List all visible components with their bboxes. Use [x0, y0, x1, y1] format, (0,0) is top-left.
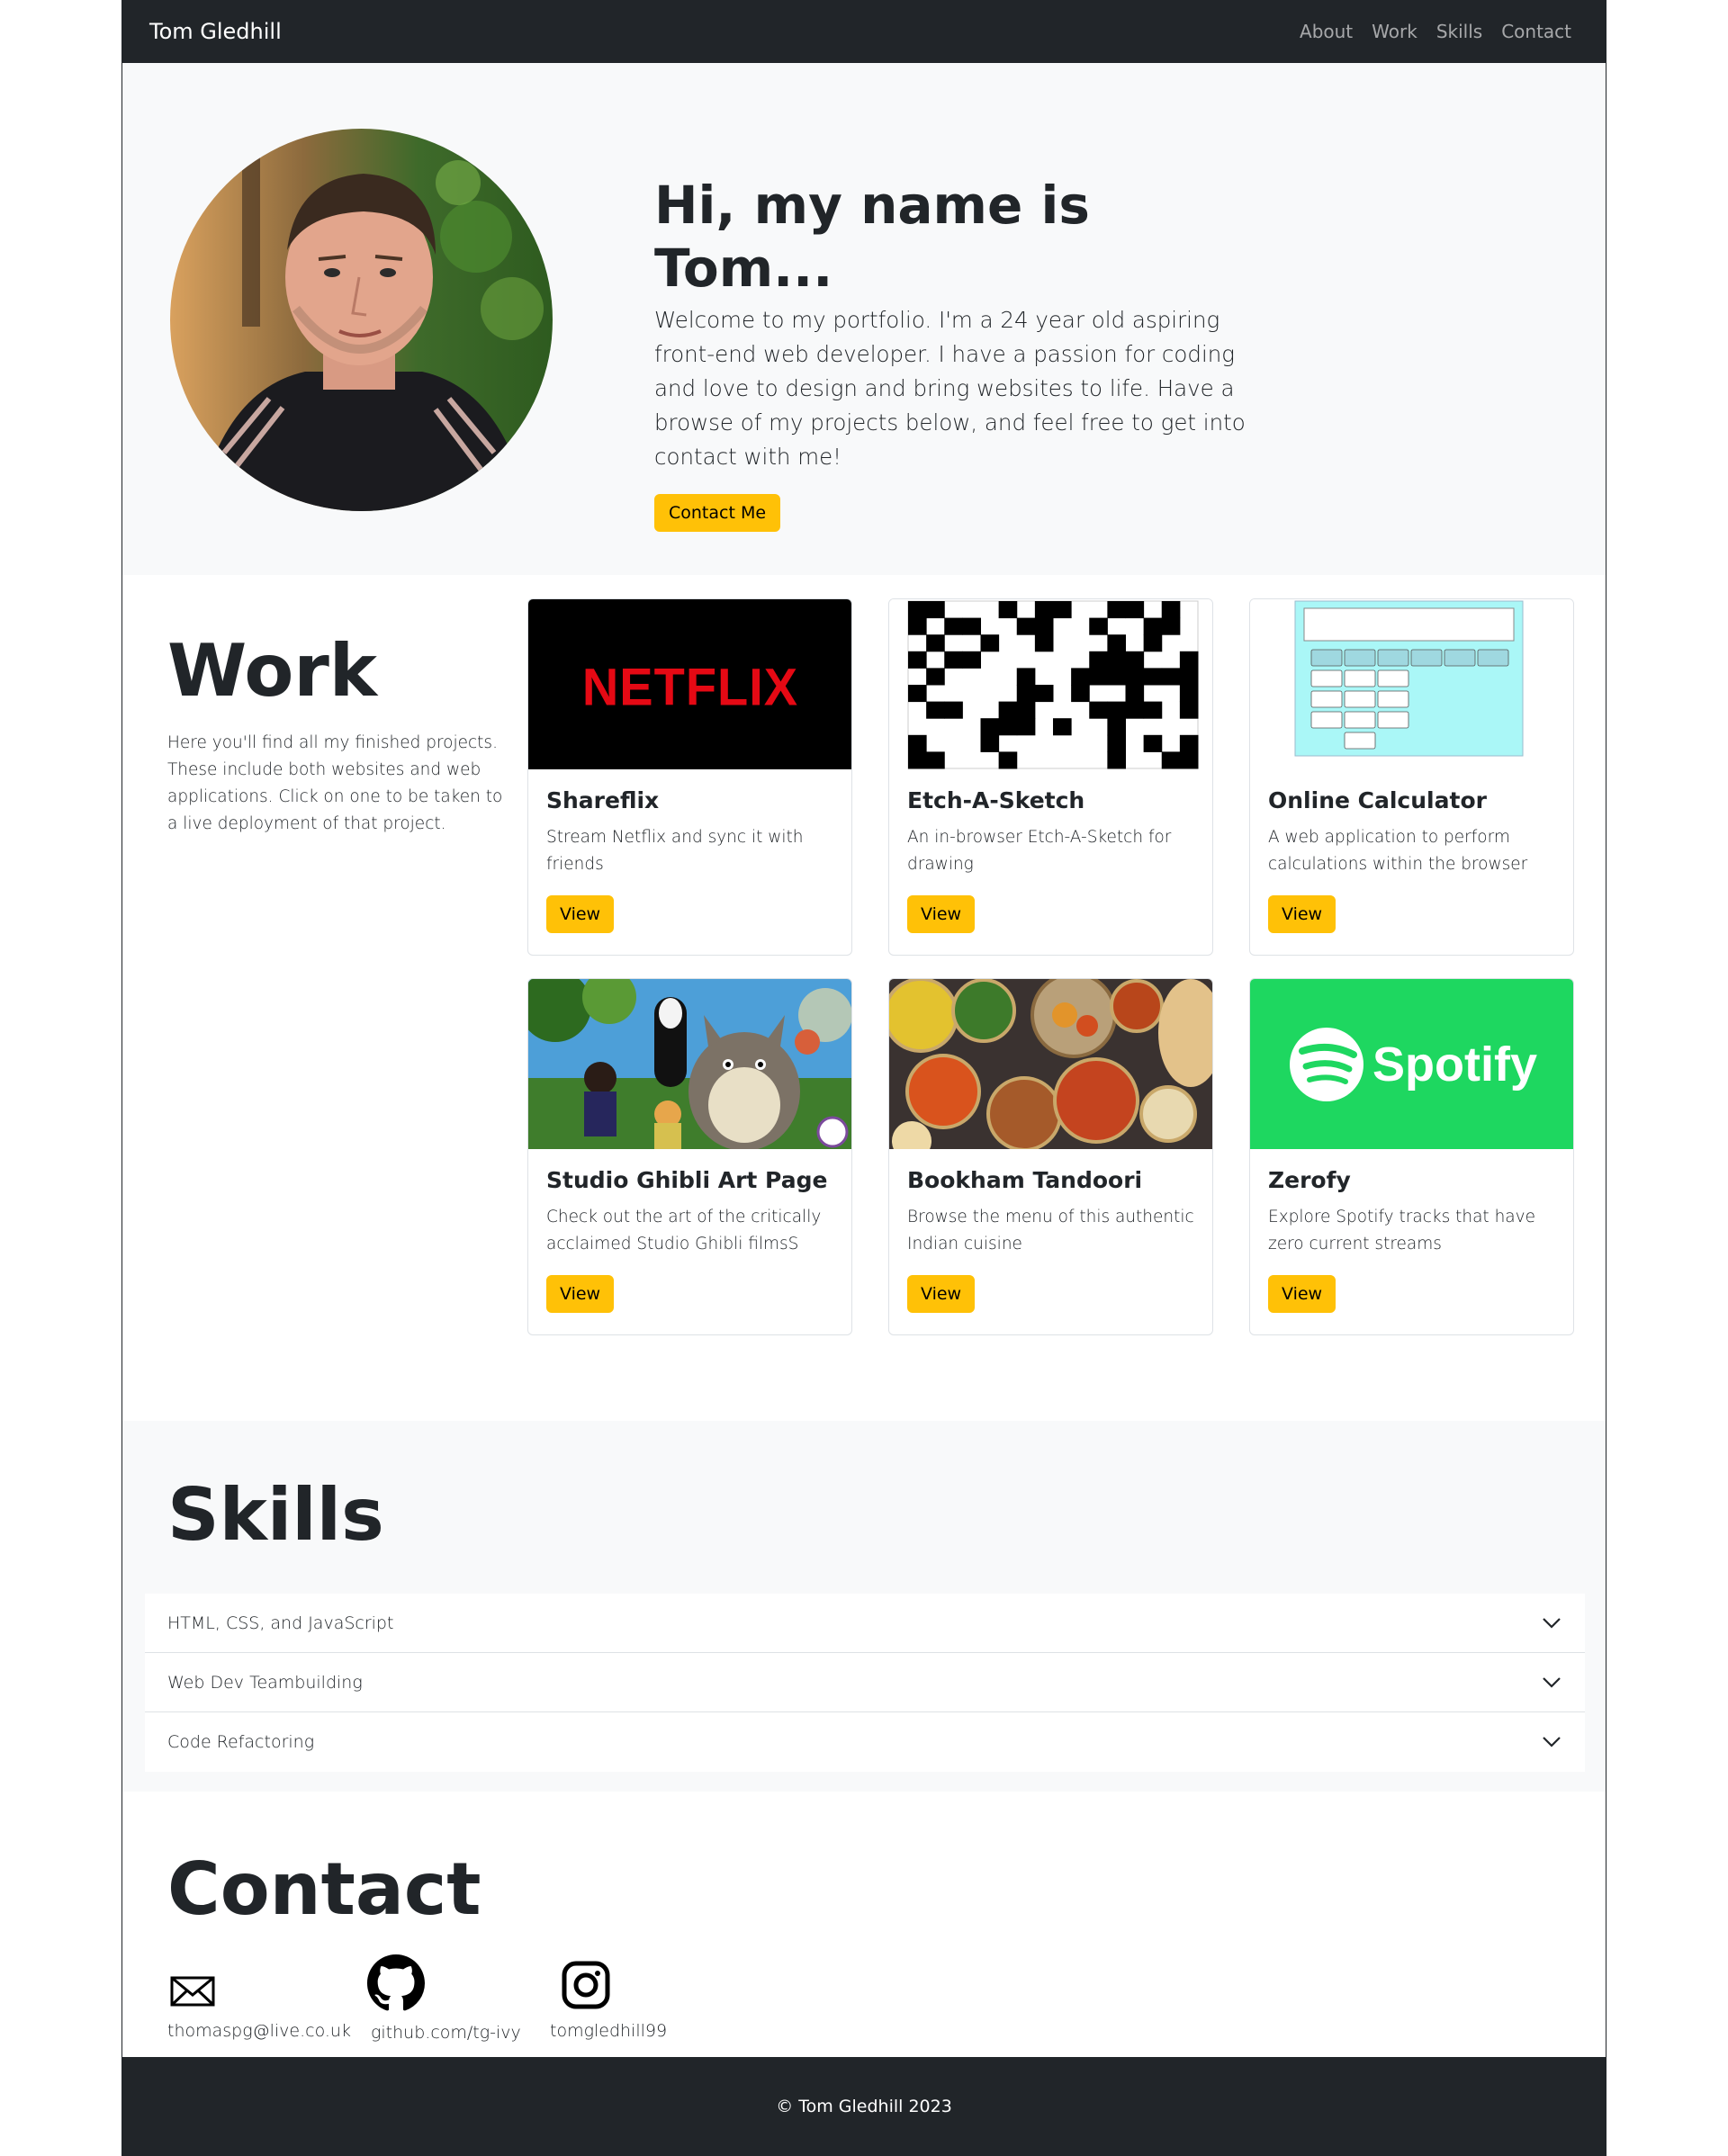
project-card-etch-a-sketch: Etch-A-Sketch An in-browser Etch-A-Sketc…: [888, 598, 1213, 956]
project-card-bookham-tandoori: Bookham Tandoori Browse the menu of this…: [888, 978, 1213, 1335]
card-text: Check out the art of the critically accl…: [546, 1208, 822, 1253]
work-title: Work: [167, 629, 378, 713]
studio-ghibli-thumbnail: [528, 979, 851, 1149]
nav-link-skills[interactable]: Skills: [1436, 21, 1482, 42]
accordion-label: HTML, CSS, and JavaScript: [167, 1613, 394, 1633]
view-button[interactable]: View: [546, 895, 615, 933]
accordion-item-code-refactoring[interactable]: Code Refactoring: [145, 1712, 1585, 1772]
contact-email-label: thomaspg@live.co.uk: [167, 2021, 351, 2041]
accordion-label: Code Refactoring: [167, 1732, 315, 1752]
shareflix-thumbnail: NETFLIX: [528, 599, 851, 769]
hero-description: Welcome to my portfolio. I'm a 24 year o…: [654, 307, 1246, 471]
contact-title: Contact: [167, 1847, 482, 1931]
navbar: Tom Gledhill About Work Skills Contact: [122, 0, 1606, 63]
project-card-shareflix: NETFLIX Shareflix Stream Netflix and syn…: [527, 598, 852, 956]
navbar-brand[interactable]: Tom Gledhill: [149, 19, 282, 44]
skills-title: Skills: [167, 1473, 384, 1557]
view-button[interactable]: View: [907, 1275, 976, 1313]
spotify-logo-text: Spotify: [1372, 1038, 1537, 1091]
view-button[interactable]: View: [907, 895, 976, 933]
card-text: Browse the menu of this authentic Indian…: [907, 1208, 1194, 1253]
accordion-label: Web Dev Teambuilding: [167, 1672, 363, 1693]
view-button[interactable]: View: [1268, 895, 1336, 933]
view-button[interactable]: View: [1268, 1275, 1336, 1313]
contact-email-link[interactable]: thomaspg@live.co.uk: [167, 1967, 351, 2041]
card-text: Stream Netflix and sync it with friends: [546, 828, 804, 874]
contact-github-label: github.com/tg-ivy: [371, 2023, 521, 2043]
card-title: Bookham Tandoori: [907, 1167, 1143, 1193]
chevron-down-icon: [1543, 1617, 1561, 1629]
view-button[interactable]: View: [546, 1275, 615, 1313]
contact-instagram-label: tomgledhill99: [550, 2021, 668, 2041]
skills-accordion: HTML, CSS, and JavaScript Web Dev Teambu…: [145, 1594, 1585, 1772]
card-title: Studio Ghibli Art Page: [546, 1167, 828, 1193]
project-card-zerofy: Spotify Zerofy Explore Spotify tracks th…: [1249, 978, 1574, 1335]
calculator-thumbnail: [1250, 599, 1573, 769]
work-description: Here you'll find all my finished project…: [167, 733, 503, 833]
card-title: Shareflix: [546, 787, 660, 813]
card-title: Etch-A-Sketch: [907, 787, 1085, 813]
card-text: An in-browser Etch-A-Sketch for drawing: [907, 828, 1172, 874]
contact-me-button[interactable]: Contact Me: [654, 494, 781, 533]
bookham-tandoori-thumbnail: [889, 979, 1212, 1149]
etch-a-sketch-thumbnail: [889, 599, 1212, 769]
profile-photo: [170, 129, 553, 511]
project-card-online-calculator: Online Calculator A web application to p…: [1249, 598, 1574, 956]
nav-link-contact[interactable]: Contact: [1501, 21, 1571, 42]
project-card-studio-ghibli: Studio Ghibli Art Page Check out the art…: [527, 978, 852, 1335]
nav-link-work[interactable]: Work: [1372, 21, 1418, 42]
instagram-icon: [562, 1961, 610, 2009]
card-text: Explore Spotify tracks that have zero cu…: [1268, 1208, 1535, 1253]
card-title: Online Calculator: [1268, 787, 1487, 813]
hero-title: Hi, my name is Tom...: [654, 175, 1090, 299]
about-section: Hi, my name is Tom... Welcome to my port…: [122, 63, 1606, 575]
accordion-item-html-css-js[interactable]: HTML, CSS, and JavaScript: [145, 1594, 1585, 1653]
page: Tom Gledhill About Work Skills Contact H…: [122, 0, 1606, 2156]
card-title: Zerofy: [1268, 1167, 1351, 1193]
netflix-logo-text: NETFLIX: [582, 658, 798, 717]
chevron-down-icon: [1543, 1676, 1561, 1688]
contact-instagram-link[interactable]: tomgledhill99: [550, 1961, 668, 2041]
nav-links: About Work Skills Contact: [1300, 21, 1571, 42]
footer: © Tom Gledhill 2023: [122, 2057, 1606, 2156]
footer-copyright: © Tom Gledhill 2023: [776, 2097, 952, 2116]
zerofy-thumbnail: Spotify: [1250, 979, 1573, 1149]
skills-section: Skills HTML, CSS, and JavaScript Web Dev…: [122, 1421, 1606, 1792]
contact-github-link[interactable]: github.com/tg-ivy: [367, 1954, 521, 2043]
work-section: Work Here you'll find all my finished pr…: [122, 575, 1606, 1421]
accordion-item-teambuilding[interactable]: Web Dev Teambuilding: [145, 1653, 1585, 1712]
nav-link-about[interactable]: About: [1300, 21, 1353, 42]
envelope-icon: [170, 1976, 215, 2007]
chevron-down-icon: [1543, 1737, 1561, 1747]
github-icon: [367, 1954, 425, 2011]
card-text: A web application to perform calculation…: [1268, 828, 1528, 874]
hero-text: Hi, my name is Tom... Welcome to my port…: [654, 175, 1248, 533]
